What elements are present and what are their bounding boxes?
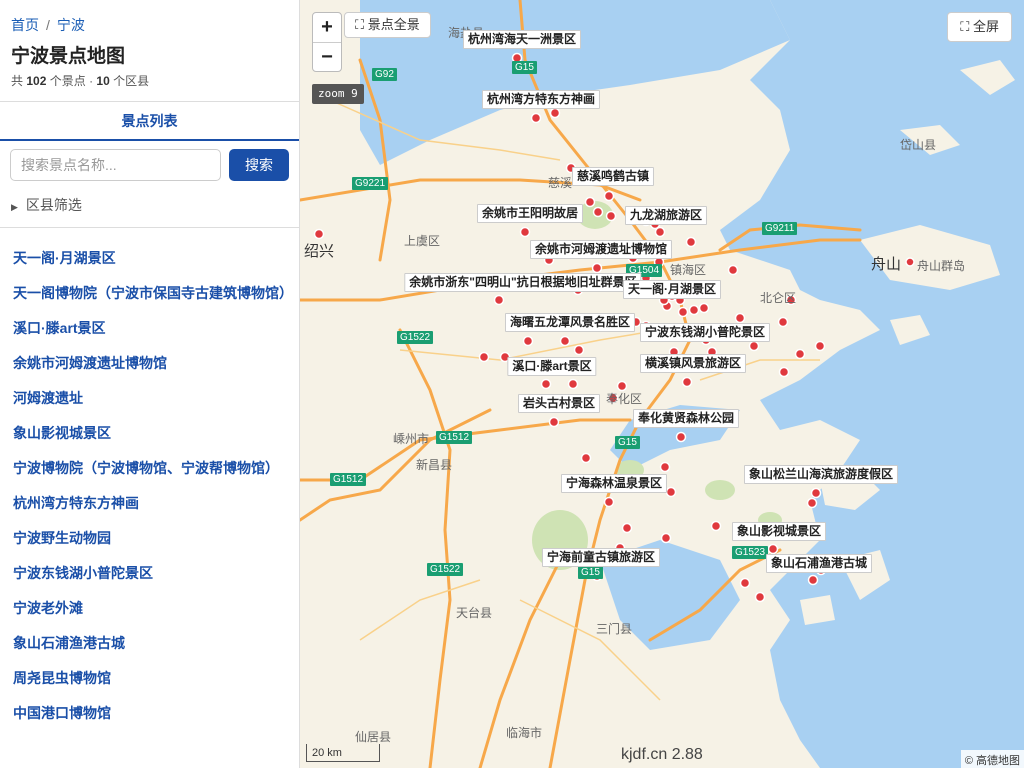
road-shield: G1512: [436, 431, 473, 444]
place-label: 嵊州市: [393, 432, 430, 446]
spot-marker-label[interactable]: 天一阁·月湖景区: [623, 280, 721, 299]
list-item[interactable]: 河姆渡遗址: [13, 385, 288, 411]
place-label: 岱山县: [900, 138, 937, 152]
spot-marker-label[interactable]: 海曙五龙潭风景名胜区: [504, 313, 636, 332]
expand-icon: ⛶: [960, 19, 970, 34]
zoom-control: + −: [312, 12, 342, 72]
spot-marker-label[interactable]: 余姚市王阳明故居: [476, 204, 584, 223]
place-label: 三门县: [596, 622, 633, 636]
caret-right-icon: ▶: [11, 202, 18, 212]
map-attribution[interactable]: © 高德地图: [960, 750, 1024, 768]
spot-marker-label[interactable]: 宁海前童古镇旅游区: [541, 548, 661, 567]
list-item[interactable]: 象山影视城景区: [13, 420, 288, 446]
zoom-out-button[interactable]: −: [313, 43, 341, 73]
breadcrumb-current-link[interactable]: 宁波: [57, 17, 85, 33]
list-item[interactable]: 溪口·滕art景区: [13, 315, 288, 341]
list-item[interactable]: 周尧昆虫博物馆: [13, 665, 288, 691]
road-shield: G92: [372, 68, 397, 81]
spot-marker-label[interactable]: 九龙湖旅游区: [624, 206, 708, 225]
list-item[interactable]: 宁波野生动物园: [13, 525, 288, 551]
search-input[interactable]: [10, 149, 221, 181]
sidebar: 首页 / 宁波 宁波景点地图 共 102 个景点 · 10 个区县 景点列表 搜索 …: [0, 0, 300, 768]
road-shield: G1522: [397, 331, 434, 344]
road-shield: G9211: [762, 222, 798, 235]
zoom-level-badge: zoom 9: [312, 84, 364, 104]
spot-list: 天一阁·月湖景区 天一阁博物院（宁波市保国寺古建筑博物馆） 溪口·滕art景区 …: [13, 245, 293, 735]
road-shield: G1522: [427, 563, 464, 576]
overview-button[interactable]: ⛶ 景点全景: [344, 12, 431, 38]
place-label: 上虞区: [404, 234, 441, 248]
road-shield: G1512: [330, 473, 367, 486]
spot-marker-label[interactable]: 余姚市浙东"四明山"抗日根据地旧址群景区: [404, 273, 642, 292]
scale-bar: 20 km: [306, 744, 380, 762]
divider: [0, 227, 299, 228]
place-label: 舟山群岛: [917, 259, 966, 273]
breadcrumb: 首页 / 宁波: [11, 15, 85, 35]
place-label: 新昌县: [416, 458, 453, 472]
place-label: 奉化区: [606, 392, 643, 406]
spot-marker-label[interactable]: 宁波东钱湖小普陀景区: [639, 323, 771, 342]
summary-suffix: 个区县: [113, 74, 150, 88]
zoom-in-button[interactable]: +: [313, 13, 341, 43]
spot-marker-label[interactable]: 余姚市河姆渡遗址博物馆: [529, 240, 673, 259]
list-item[interactable]: 余姚市河姆渡遗址博物馆: [13, 350, 288, 376]
spot-count: 102: [26, 74, 47, 88]
map-canvas[interactable]: 海盐县 慈溪 上虞区 绍兴 镇海区 北仑区 舟山 舟山群岛 岱山县 嵊州市 新昌…: [300, 0, 1024, 768]
list-item[interactable]: 宁波博物院（宁波博物馆、宁波帮博物馆）: [13, 455, 288, 481]
search-button[interactable]: 搜索: [229, 149, 289, 181]
road-shield: G15: [512, 61, 537, 74]
place-label: 舟山: [871, 256, 902, 273]
tab-spot-list[interactable]: 景点列表: [0, 101, 299, 141]
list-item[interactable]: 象山石浦渔港古城: [13, 630, 288, 656]
spot-marker-label[interactable]: 岩头古村景区: [517, 394, 601, 413]
spot-marker-label[interactable]: 象山影视城景区: [731, 522, 827, 541]
spot-marker-label[interactable]: 杭州湾方特东方神画: [481, 90, 601, 109]
overview-label: 景点全景: [367, 17, 420, 32]
summary-prefix: 共: [11, 74, 24, 88]
district-filter-label: 区县筛选: [25, 197, 82, 213]
list-item[interactable]: 宁波老外滩: [13, 595, 288, 621]
page-title: 宁波景点地图: [11, 46, 126, 67]
district-count: 10: [96, 74, 110, 88]
spot-marker-label[interactable]: 奉化黄贤森林公园: [632, 409, 740, 428]
spot-marker-label[interactable]: 慈溪鸣鹤古镇: [571, 167, 655, 186]
place-label: 仙居县: [355, 730, 392, 744]
spot-marker-label[interactable]: 横溪镇风景旅游区: [639, 354, 747, 373]
place-label: 北仑区: [760, 291, 797, 305]
summary-mid: 个景点 ·: [49, 74, 94, 88]
spot-summary: 共 102 个景点 · 10 个区县: [11, 72, 149, 89]
fullscreen-label: 全屏: [972, 19, 999, 34]
list-item[interactable]: 宁波东钱湖小普陀景区: [13, 560, 288, 586]
spot-marker-label[interactable]: 宁海森林温泉景区: [560, 474, 668, 493]
spot-marker-label[interactable]: 杭州湾海天一洲景区: [462, 30, 582, 49]
spot-marker-label[interactable]: 象山石浦渔港古城: [765, 554, 873, 573]
road-shield: G1523: [732, 546, 769, 559]
list-item[interactable]: 杭州湾方特东方神画: [13, 490, 288, 516]
breadcrumb-separator: /: [46, 17, 50, 33]
place-label: 绍兴: [304, 243, 335, 260]
map-base-layer: [300, 0, 1024, 768]
road-shield: G15: [615, 436, 640, 449]
spot-marker-label[interactable]: 溪口·滕art景区: [507, 357, 597, 376]
place-label: 慈溪: [548, 176, 573, 190]
expand-icon: ⛶: [355, 17, 365, 32]
list-item[interactable]: 中国港口博物馆: [13, 700, 288, 726]
breadcrumb-home-link[interactable]: 首页: [11, 17, 39, 33]
road-shield: G9221: [352, 177, 389, 190]
road-shield: G15: [578, 566, 603, 579]
spot-marker-label[interactable]: 象山松兰山海滨旅游度假区: [743, 465, 899, 484]
watermark: kjdf.cn 2.88: [621, 746, 703, 763]
place-label: 临海市: [506, 726, 543, 740]
district-filter-toggle[interactable]: ▶ 区县筛选: [11, 195, 82, 215]
fullscreen-button[interactable]: ⛶ 全屏: [947, 12, 1012, 42]
app-root: 首页 / 宁波 宁波景点地图 共 102 个景点 · 10 个区县 景点列表 搜索 …: [0, 0, 1024, 768]
place-label: 镇海区: [670, 263, 707, 277]
list-item[interactable]: 天一阁·月湖景区: [13, 245, 288, 271]
list-item[interactable]: 天一阁博物院（宁波市保国寺古建筑博物馆）: [13, 280, 293, 306]
place-label: 天台县: [456, 606, 493, 620]
